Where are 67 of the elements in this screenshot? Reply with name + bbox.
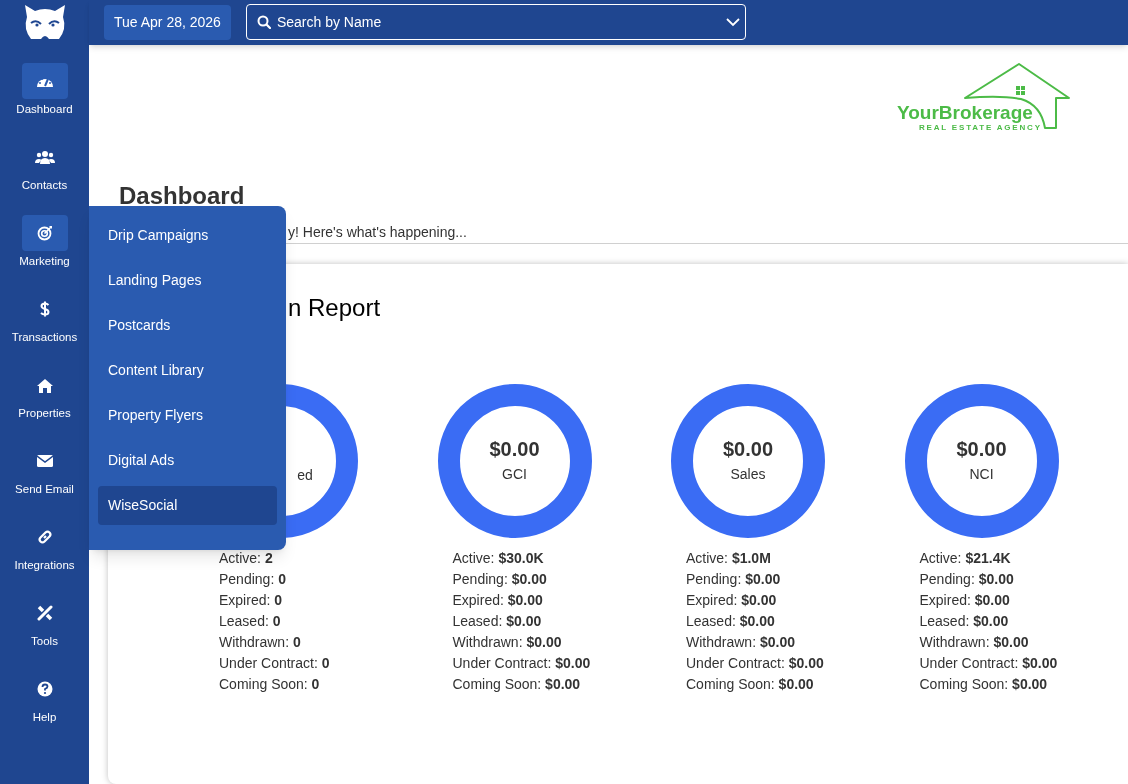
users-icon bbox=[34, 150, 55, 164]
house-icon bbox=[35, 377, 54, 393]
stat-line: Pending: $0.00 bbox=[686, 570, 781, 589]
sidebar-item[interactable]: Tools bbox=[0, 595, 89, 671]
welcome-text: y! Here's what's happening... bbox=[288, 222, 467, 242]
sidebar-item[interactable]: Properties bbox=[0, 367, 89, 443]
menu-item[interactable]: Content Library bbox=[98, 351, 277, 390]
stat-line: Pending: $0.00 bbox=[452, 570, 547, 589]
logo-tagline: REAL ESTATE AGENCY bbox=[919, 123, 1042, 132]
stat-line: Under Contract: $0.00 bbox=[686, 654, 824, 673]
total-label: Sales bbox=[730, 465, 766, 484]
sidebar-item[interactable]: Transactions bbox=[0, 291, 89, 367]
search-icon bbox=[256, 15, 271, 30]
chevron-down-icon bbox=[725, 18, 740, 28]
menu-item[interactable]: Drip Campaigns bbox=[98, 216, 277, 255]
total-value: $0.00 bbox=[722, 437, 774, 462]
envelope-icon bbox=[36, 455, 53, 467]
total-value: $0.00 bbox=[956, 437, 1007, 462]
link-icon bbox=[36, 529, 53, 545]
stat-line: Pending: $0.00 bbox=[919, 570, 1014, 589]
sidebar-item[interactable]: Send Email bbox=[0, 443, 89, 519]
stat-line: Under Contract: $0.00 bbox=[919, 654, 1058, 673]
stat-line: Withdrawn: $0.00 bbox=[452, 633, 562, 652]
stat-line: Expired: 0 bbox=[219, 591, 283, 610]
stat-line: Under Contract: 0 bbox=[219, 654, 330, 673]
stat-line: Expired: $0.00 bbox=[919, 591, 1010, 610]
stat-line: Withdrawn: $0.00 bbox=[919, 633, 1029, 652]
sidebar-item[interactable]: Help bbox=[0, 671, 89, 747]
stat-line: Withdrawn: 0 bbox=[219, 633, 301, 652]
menu-item[interactable]: WiseSocial bbox=[98, 486, 277, 525]
stat-line: Coming Soon: $0.00 bbox=[919, 675, 1048, 694]
logo-name: YourBrokerage bbox=[897, 102, 1033, 122]
total-value: $0.00 bbox=[489, 437, 540, 462]
stat-line: Under Contract: $0.00 bbox=[452, 654, 591, 673]
stat-line: Leased: $0.00 bbox=[452, 612, 542, 631]
stat-line: Coming Soon: $0.00 bbox=[686, 675, 814, 694]
stat-line: Leased: $0.00 bbox=[686, 612, 775, 631]
stat-line: Coming Soon: $0.00 bbox=[452, 675, 581, 694]
menu-item[interactable]: Postcards bbox=[98, 306, 277, 345]
stat-line: Active: $1.0M bbox=[686, 549, 771, 568]
menu-item[interactable]: Digital Ads bbox=[98, 441, 277, 480]
stat-line: Active: $30.0K bbox=[452, 549, 544, 568]
stat-line: Active: 2 bbox=[219, 549, 273, 568]
stat-line: Expired: $0.00 bbox=[686, 591, 777, 610]
date-button[interactable]: Tue Apr 28, 2026 bbox=[104, 4, 231, 40]
sidebar-item[interactable]: Dashboard bbox=[0, 63, 89, 139]
report-title: n Report bbox=[288, 293, 381, 323]
menu-item[interactable]: Landing Pages bbox=[98, 261, 277, 300]
stat-line: Leased: 0 bbox=[219, 612, 281, 631]
stat-line: Leased: $0.00 bbox=[919, 612, 1009, 631]
total-label: NCI bbox=[969, 465, 994, 484]
target-icon bbox=[36, 225, 53, 241]
stat-line: Pending: 0 bbox=[219, 570, 286, 589]
sidebar-item[interactable]: Integrations bbox=[0, 519, 89, 595]
sidebar-item[interactable]: Marketing bbox=[0, 215, 89, 291]
sidebar-item[interactable]: Contacts bbox=[0, 139, 89, 215]
stat-line: Expired: $0.00 bbox=[452, 591, 543, 610]
menu-item[interactable]: Property Flyers bbox=[98, 396, 277, 435]
total-label: GCI bbox=[502, 465, 527, 484]
stat-line: Active: $21.4K bbox=[919, 549, 1011, 568]
search-field[interactable]: Search by Name bbox=[245, 4, 746, 41]
help-icon bbox=[36, 681, 53, 697]
page-title: Dashboard bbox=[119, 183, 245, 208]
stat-line: Withdrawn: $0.00 bbox=[686, 633, 795, 652]
total-label: ed bbox=[297, 465, 313, 485]
stat-line: Coming Soon: 0 bbox=[219, 675, 320, 694]
dollar-icon bbox=[39, 301, 50, 317]
